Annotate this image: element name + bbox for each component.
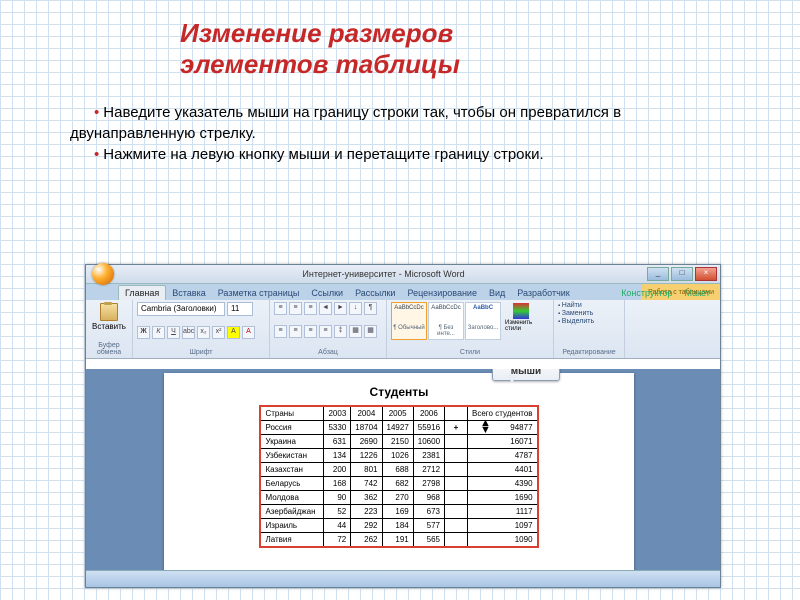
font-color-button[interactable]: A <box>242 326 255 339</box>
tab-layout[interactable]: Разметка страницы <box>212 286 306 300</box>
change-styles-button[interactable]: Изменить стили <box>502 302 540 340</box>
strike-button[interactable]: abc <box>182 326 195 339</box>
close-button[interactable]: × <box>695 267 717 281</box>
align-left-button[interactable]: ≡ <box>274 325 287 338</box>
window-title: Интернет-университет - Microsoft Word <box>120 269 647 279</box>
show-marks-button[interactable]: ¶ <box>364 302 377 315</box>
align-right-button[interactable]: ≡ <box>304 325 317 338</box>
bold-button[interactable]: Ж <box>137 326 150 339</box>
slide-title: Изменение размеров элементов таблицы <box>0 0 800 80</box>
highlight-button[interactable]: A <box>227 326 240 339</box>
sort-button[interactable]: ↓ <box>349 302 362 315</box>
multilevel-button[interactable]: ≡ <box>304 302 317 315</box>
shading-button[interactable]: ▦ <box>349 325 362 338</box>
clipboard-icon <box>100 303 118 321</box>
office-button[interactable] <box>92 263 114 285</box>
select-button[interactable]: Выделить <box>558 318 620 325</box>
subscript-button[interactable]: x₂ <box>197 326 210 339</box>
tab-design[interactable]: Конструктор <box>615 286 678 300</box>
tab-insert[interactable]: Вставка <box>166 286 211 300</box>
data-table[interactable]: Страны2003200420052006Всего студентовРос… <box>259 405 538 548</box>
tab-developer[interactable]: Разработчик <box>511 286 575 300</box>
slide-bullets: Наведите указатель мыши на границу строк… <box>0 80 800 165</box>
word-window: Интернет-университет - Microsoft Word _ … <box>85 264 721 588</box>
styles-icon <box>513 303 529 319</box>
page: Указательмыши Студенты Страны20032004200… <box>164 373 634 571</box>
style-normal[interactable]: АаВbСсDc¶ Обычный <box>391 302 427 340</box>
minimize-button[interactable]: _ <box>647 267 669 281</box>
align-center-button[interactable]: ≡ <box>289 325 302 338</box>
style-nospacing[interactable]: АаВbСсDc¶ Без инте... <box>428 302 464 340</box>
tab-home[interactable]: Главная <box>118 285 166 300</box>
borders-button[interactable]: ▦ <box>364 325 377 338</box>
callout-pointer: Указательмыши <box>492 369 560 381</box>
italic-button[interactable]: К <box>152 326 165 339</box>
document-area[interactable]: Указательмыши Студенты Страны20032004200… <box>86 369 720 571</box>
line-spacing-button[interactable]: ‡ <box>334 325 347 338</box>
doc-title: Студенты <box>164 385 634 399</box>
numbering-button[interactable]: ≡ <box>289 302 302 315</box>
tab-review[interactable]: Рецензирование <box>401 286 483 300</box>
font-name[interactable]: Cambria (Заголовки) <box>137 302 225 316</box>
replace-button[interactable]: Заменить <box>558 310 620 317</box>
tab-view[interactable]: Вид <box>483 286 511 300</box>
style-heading1[interactable]: АаBbCЗаголово... <box>465 302 501 340</box>
bullets-button[interactable]: ≡ <box>274 302 287 315</box>
justify-button[interactable]: ≡ <box>319 325 332 338</box>
tab-references[interactable]: Ссылки <box>305 286 349 300</box>
tab-mailings[interactable]: Рассылки <box>349 286 401 300</box>
tab-table-layout[interactable]: Макет <box>679 286 716 300</box>
title-bar[interactable]: Интернет-университет - Microsoft Word _ … <box>86 265 720 284</box>
indent-left-button[interactable]: ◄ <box>319 302 332 315</box>
ribbon: Вставить Буфер обмена Cambria (Заголовки… <box>86 300 720 359</box>
paste-button[interactable]: Вставить <box>90 302 128 332</box>
resize-cursor-icon: ▲▼ <box>480 420 491 433</box>
font-size[interactable]: 11 <box>227 302 253 316</box>
indent-right-button[interactable]: ► <box>334 302 347 315</box>
find-button[interactable]: Найти <box>558 302 620 309</box>
superscript-button[interactable]: x² <box>212 326 225 339</box>
maximize-button[interactable]: □ <box>671 267 693 281</box>
underline-button[interactable]: Ч <box>167 326 180 339</box>
status-bar[interactable] <box>86 570 720 587</box>
